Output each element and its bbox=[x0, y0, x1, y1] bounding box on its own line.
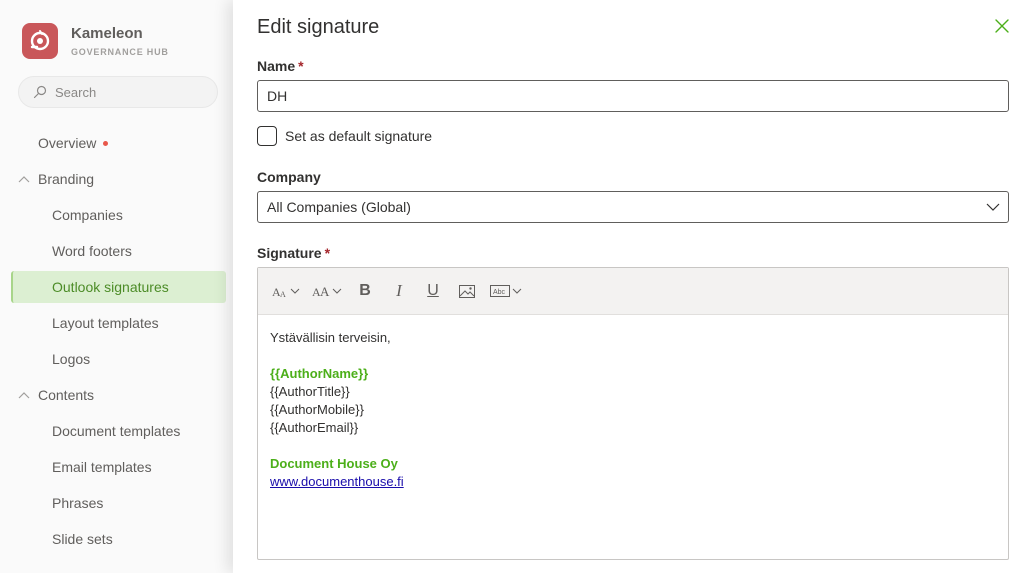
svg-text:A: A bbox=[280, 290, 286, 298]
signature-label: Signature * bbox=[257, 245, 330, 261]
notification-dot bbox=[103, 140, 109, 146]
bold-icon: B bbox=[359, 282, 371, 299]
author-title-placeholder: {{AuthorTitle}} bbox=[270, 384, 350, 399]
font-family-icon: A A bbox=[312, 284, 330, 298]
required-mark: * bbox=[298, 58, 304, 74]
bold-button[interactable]: B bbox=[354, 277, 376, 305]
italic-button[interactable]: I bbox=[388, 277, 410, 305]
default-signature-checkbox-row[interactable]: Set as default signature bbox=[257, 126, 432, 146]
sidebar: Kameleon GOVERNANCE HUB Overview Brandin… bbox=[0, 0, 233, 573]
font-family-button[interactable]: A A bbox=[312, 277, 342, 305]
chevron-down-icon bbox=[986, 203, 1000, 211]
brand: Kameleon GOVERNANCE HUB bbox=[22, 23, 169, 59]
signature-greeting: Ystävällisin terveisin, bbox=[270, 330, 391, 345]
name-input[interactable] bbox=[257, 80, 1009, 112]
chameleon-icon bbox=[30, 30, 50, 51]
nav-item-email-templates[interactable]: Email templates bbox=[0, 451, 233, 483]
nav-item-label: Document templates bbox=[52, 423, 181, 439]
name-label-text: Name bbox=[257, 58, 296, 74]
underline-button[interactable]: U bbox=[422, 277, 444, 305]
author-email-placeholder: {{AuthorEmail}} bbox=[270, 420, 359, 435]
nav-item-label: Companies bbox=[52, 207, 123, 223]
nav-item-slide-sets[interactable]: Slide sets bbox=[0, 523, 233, 555]
chevron-down-icon bbox=[290, 288, 300, 294]
italic-icon: I bbox=[396, 281, 402, 300]
nav-overview[interactable]: Overview bbox=[0, 127, 233, 159]
insert-image-button[interactable] bbox=[456, 277, 478, 305]
default-signature-label: Set as default signature bbox=[285, 128, 433, 144]
nav-group-branding-label: Branding bbox=[38, 171, 95, 187]
underline-icon: U bbox=[427, 282, 439, 299]
company-select[interactable]: All Companies (Global) bbox=[257, 191, 1009, 223]
nav-item-label: Word footers bbox=[52, 243, 132, 259]
nav-group-contents[interactable]: Contents bbox=[0, 379, 233, 411]
nav-item-label: Phrases bbox=[52, 495, 104, 511]
chevron-down-icon bbox=[332, 288, 342, 294]
chevron-up-icon bbox=[18, 392, 30, 399]
website-link[interactable]: www.documenthouse.fi bbox=[270, 474, 404, 489]
brand-subtitle: GOVERNANCE HUB bbox=[71, 46, 169, 57]
nav-item-companies[interactable]: Companies bbox=[0, 199, 233, 231]
kameleon-logo bbox=[22, 23, 58, 59]
image-icon bbox=[459, 284, 475, 298]
signature-editor[interactable]: A A A A B I U Abc Ystävällisin terveisin… bbox=[257, 267, 1009, 560]
text-field-icon: Abc bbox=[490, 285, 510, 297]
nav-overview-label: Overview bbox=[38, 135, 97, 151]
search-input[interactable] bbox=[55, 84, 205, 100]
search-icon bbox=[33, 85, 47, 99]
company-name: Document House Oy bbox=[270, 456, 398, 471]
company-select-value: All Companies (Global) bbox=[267, 199, 411, 215]
nav-item-word-footers[interactable]: Word footers bbox=[0, 235, 233, 267]
signature-label-text: Signature bbox=[257, 245, 322, 261]
svg-text:Abc: Abc bbox=[493, 289, 506, 296]
edit-signature-panel: Edit signature Name* Set as default sign… bbox=[233, 0, 1029, 573]
panel-title: Edit signature bbox=[257, 16, 380, 38]
font-size-button[interactable]: A A bbox=[272, 277, 300, 305]
close-icon[interactable] bbox=[993, 17, 1011, 35]
default-signature-checkbox[interactable] bbox=[257, 126, 277, 146]
brand-name: Kameleon bbox=[71, 24, 143, 42]
chevron-down-icon bbox=[512, 288, 522, 294]
nav-group-branding[interactable]: Branding bbox=[0, 163, 233, 195]
company-label: Company bbox=[257, 169, 321, 185]
text-field-button[interactable]: Abc bbox=[490, 277, 522, 305]
required-mark: * bbox=[324, 245, 331, 261]
chevron-up-icon bbox=[18, 176, 30, 183]
editor-toolbar: A A A A B I U Abc bbox=[258, 268, 1008, 315]
name-label: Name * bbox=[257, 58, 304, 74]
nav-item-outlook-signatures[interactable]: Outlook signatures bbox=[11, 271, 226, 303]
nav-item-label: Slide sets bbox=[52, 531, 113, 547]
nav-group-contents-label: Contents bbox=[38, 387, 95, 403]
svg-text:A: A bbox=[320, 284, 330, 298]
search-box[interactable] bbox=[18, 76, 218, 108]
nav-item-label: Logos bbox=[52, 351, 91, 367]
editor-content[interactable]: Ystävällisin terveisin, {{AuthorName}} {… bbox=[258, 315, 1008, 505]
nav-item-phrases[interactable]: Phrases bbox=[0, 487, 233, 519]
font-size-icon: A A bbox=[272, 285, 286, 298]
nav-item-logos[interactable]: Logos bbox=[0, 343, 233, 375]
author-name-placeholder: {{AuthorName}} bbox=[270, 366, 369, 381]
author-mobile-placeholder: {{AuthorMobile}} bbox=[270, 402, 364, 417]
nav-item-document-templates[interactable]: Document templates bbox=[0, 415, 233, 447]
nav-item-label: Email templates bbox=[52, 459, 152, 475]
nav-item-label: Layout templates bbox=[52, 315, 159, 331]
nav-item-layout-templates[interactable]: Layout templates bbox=[0, 307, 233, 339]
nav-item-label: Outlook signatures bbox=[52, 279, 169, 295]
